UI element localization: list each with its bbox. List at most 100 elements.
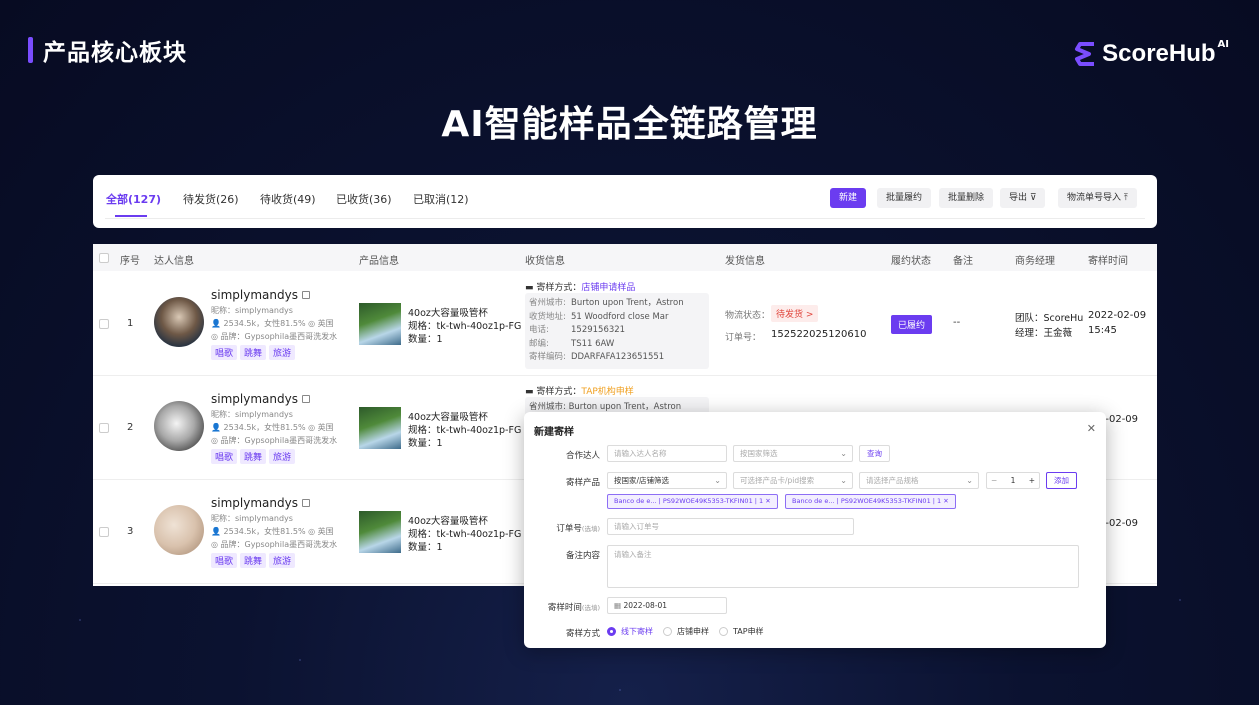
chip-label: Banco de e... | PS92WOE49K5353-TKFIN01 |… <box>614 497 764 505</box>
product-qty: 数量：1 <box>408 542 443 553</box>
tab-all[interactable]: 全部(127) <box>106 191 161 207</box>
address-line: 收货地址: 51 Woodford close Mar <box>529 311 705 325</box>
product-card-select[interactable]: 可选择产品卡/pid搜索 ⌄ <box>733 472 853 489</box>
product-spec-select[interactable]: 请选择产品规格 ⌄ <box>859 472 979 489</box>
tag: 唱歌 <box>211 449 238 464</box>
logistics-status-badge[interactable]: 待发货 > <box>771 305 819 322</box>
section-title-text: 产品核心板块 <box>43 40 187 66</box>
stats-text: 2534.5k，女性81.5% <box>223 423 306 432</box>
tab-pending-ship[interactable]: 待发货(26) <box>183 191 239 207</box>
ship-method-label: 寄样方式： <box>536 387 582 397</box>
product-spec: 规格：tk-twh-40oz1p-FG <box>408 425 522 436</box>
quantity-stepper[interactable]: − 1 + <box>986 472 1040 489</box>
ship-method-value: 店铺申请样品 <box>581 283 636 293</box>
address-line: 寄样编码: DDARFAFA123651551 <box>529 351 705 365</box>
close-icon[interactable]: ✕ <box>1087 422 1096 435</box>
order-label: 订单号： <box>725 333 762 343</box>
table-header: 序号 达人信息 产品信息 收货信息 发货信息 履约状态 备注 商务经理 寄样时间 <box>93 244 1157 271</box>
copy-icon[interactable] <box>301 395 310 403</box>
order-label-text: 订单号 <box>556 524 582 534</box>
brand-logo: ScoreHub AI <box>1074 39 1229 68</box>
logistics-label: 物流状态： <box>725 311 771 321</box>
country: 英国 <box>317 527 334 536</box>
brand-name: ScoreHub <box>1102 40 1216 67</box>
logistics-import-button[interactable]: 物流单号导入 ⤒ <box>1058 188 1137 208</box>
optional-hint: (选填) <box>581 604 600 612</box>
date-picker[interactable]: ▦ 2022-08-01 <box>607 597 727 614</box>
address-line: 省州城市: Burton upon Trent，Astron <box>529 402 682 412</box>
brand-info: ◎ 品牌：Gypsophila墨西哥洗发水 <box>211 435 337 446</box>
active-tab-indicator <box>115 215 147 217</box>
selected-product-chip[interactable]: Banco de e... | PS92WOE49K5353-TKFIN01 |… <box>607 494 778 509</box>
user-icon: 👤 <box>211 423 224 432</box>
remark-label: 备注内容 <box>565 551 600 561</box>
export-button[interactable]: 导出 ⊽ <box>1000 188 1046 208</box>
row-index: 2 <box>127 422 134 433</box>
truck-icon: ▬ <box>525 387 537 397</box>
team: 团队：ScoreHu <box>1015 313 1084 324</box>
influencer-name-text: simplymandys <box>211 288 298 302</box>
new-sample-modal: 新建寄样 ✕ 合作达人 请输入达人名称 按国家筛选 ⌄ 查询 寄样产品 按国家/店… <box>524 412 1106 648</box>
partner-label: 合作达人 <box>565 451 600 461</box>
row-checkbox[interactable] <box>99 423 109 433</box>
col-ship: 发货信息 <box>725 256 765 267</box>
tabs-toolbar-card: 全部(127) 待发货(26) 待收货(49) 已收货(36) 已取消(12) … <box>93 175 1157 228</box>
brand-text: 品牌：Gypsophila墨西哥洗发水 <box>220 436 338 445</box>
time-label-text: 寄样时间 <box>547 603 582 613</box>
fulfill-status-badge[interactable]: 已履约 <box>891 315 933 334</box>
tag: 跳舞 <box>240 553 267 568</box>
close-icon[interactable]: ✕ <box>765 497 770 505</box>
row-checkbox[interactable] <box>99 319 109 329</box>
tab-cancelled[interactable]: 已取消(12) <box>413 191 469 207</box>
minus-icon[interactable]: − <box>991 473 997 488</box>
table-row[interactable]: 1 simplymandys 昵称：simplymandys 👤 2534.5k… <box>93 272 1157 376</box>
selected-product-chip[interactable]: Banco de e... | PS92WOE49K5353-TKFIN01 |… <box>785 494 956 509</box>
select-all-checkbox[interactable] <box>99 253 109 263</box>
order-input[interactable]: 请输入订单号 <box>607 518 854 535</box>
tag: 跳舞 <box>240 345 267 360</box>
product-card-text: 可选择产品卡/pid搜索 <box>740 476 815 485</box>
tab-received[interactable]: 已收货(36) <box>336 191 392 207</box>
country: 英国 <box>317 423 334 432</box>
user-icon: 👤 <box>211 527 224 536</box>
plus-icon[interactable]: + <box>1029 473 1035 488</box>
country-select[interactable]: 按国家筛选 ⌄ <box>733 445 853 462</box>
brand-text: 品牌：Gypsophila墨西哥洗发水 <box>220 332 338 341</box>
influencer-name[interactable]: simplymandys <box>211 496 310 510</box>
tag: 唱歌 <box>211 553 238 568</box>
influencer-name[interactable]: simplymandys <box>211 288 310 302</box>
product-name: 40oz大容量吸管杯 <box>408 412 488 423</box>
product-image <box>359 511 401 553</box>
new-button[interactable]: 新建 <box>830 188 867 208</box>
product-filter-select[interactable]: 按国家/店铺筛选 ⌄ <box>607 472 727 489</box>
radio-tap[interactable] <box>719 627 728 636</box>
query-button[interactable]: 查询 <box>859 445 890 462</box>
tag: 跳舞 <box>240 449 267 464</box>
batch-delete-button[interactable]: 批量删除 <box>939 188 994 208</box>
copy-icon[interactable] <box>301 499 310 507</box>
ship-method: ▬ 寄样方式：TAP机构申样 <box>525 384 634 397</box>
tag: 旅游 <box>269 345 296 360</box>
avatar <box>154 401 204 451</box>
close-icon[interactable]: ✕ <box>943 497 948 505</box>
brand-icon: ◎ <box>211 540 221 549</box>
tabs-divider <box>105 218 1145 219</box>
section-title: 产品核心板块 <box>28 36 187 66</box>
row-checkbox[interactable] <box>99 527 109 537</box>
tab-pending-receive[interactable]: 待收货(49) <box>260 191 316 207</box>
remark-textarea[interactable]: 请输入备注 <box>607 545 1079 588</box>
batch-fulfill-button[interactable]: 批量履约 <box>877 188 932 208</box>
partner-input[interactable]: 请输入达人名称 <box>607 445 727 462</box>
stats: 👤 2534.5k，女性81.5% ◎ 英国 <box>211 422 334 433</box>
add-button[interactable]: 添加 <box>1046 472 1077 489</box>
row-index: 3 <box>127 526 134 537</box>
order-label: 订单号(选填) <box>524 522 600 534</box>
stats-text: 2534.5k，女性81.5% <box>223 527 306 536</box>
copy-icon[interactable] <box>301 291 310 299</box>
address-key: 电话: <box>529 325 549 335</box>
influencer-name[interactable]: simplymandys <box>211 392 310 406</box>
radio-offline[interactable] <box>607 627 616 636</box>
date-value: 2022-08-01 <box>623 601 668 610</box>
radio-shop[interactable] <box>663 627 672 636</box>
product-spec: 规格：tk-twh-40oz1p-FG <box>408 529 522 540</box>
